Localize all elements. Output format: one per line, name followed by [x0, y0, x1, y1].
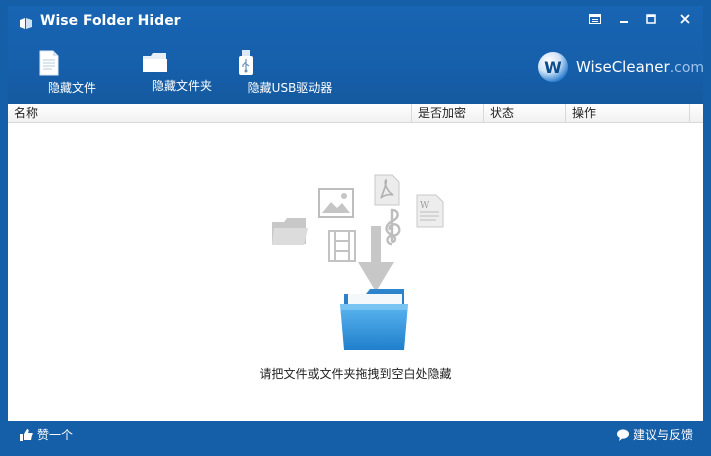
column-name[interactable]: 名称 — [8, 104, 412, 123]
folder-outline-icon — [270, 216, 310, 248]
minimize-button[interactable] — [611, 9, 637, 29]
down-arrow-icon — [356, 226, 396, 294]
like-label: 赞一个 — [37, 428, 74, 442]
drop-illustration: W — [266, 170, 446, 360]
hide-usb-label: 隐藏USB驱动器 — [247, 81, 333, 95]
wisecleaner-logo: W — [538, 52, 568, 82]
hide-file-button[interactable]: 隐藏文件 — [38, 50, 106, 100]
feedback-label: 建议与反馈 — [632, 428, 693, 442]
menu-icon — [589, 14, 601, 24]
column-encrypted[interactable]: 是否加密 — [412, 104, 484, 123]
maximize-icon — [646, 14, 656, 24]
header: Wise Folder Hider 隐藏文件 隐藏文件夹 隐藏USB驱动器 W … — [8, 6, 704, 104]
minimize-icon — [619, 14, 629, 24]
blue-folder-icon — [338, 286, 410, 354]
brand-name-text: WiseCleaner — [576, 58, 670, 76]
app-window: Wise Folder Hider 隐藏文件 隐藏文件夹 隐藏USB驱动器 W … — [0, 0, 711, 456]
thumbs-up-icon — [20, 428, 33, 441]
hide-file-label: 隐藏文件 — [47, 81, 96, 95]
drop-hint-text: 请把文件或文件夹拖拽到空白处隐藏 — [259, 367, 452, 381]
brand-name: WiseCleaner.com — [576, 58, 704, 76]
file-icon — [38, 50, 106, 76]
folder-icon — [142, 50, 222, 74]
svg-text:W: W — [420, 201, 430, 211]
feedback-button[interactable]: 建议与反馈 — [616, 426, 693, 443]
usb-icon — [238, 50, 342, 76]
wisecleaner-brand-link[interactable]: W WiseCleaner.com — [538, 51, 704, 83]
app-logo-icon — [19, 16, 33, 30]
maximize-button[interactable] — [638, 9, 664, 29]
menu-button[interactable] — [582, 9, 608, 29]
column-header-row: 名称 是否加密 状态 操作 — [8, 104, 703, 123]
word-document-icon: W — [416, 194, 444, 228]
column-action[interactable]: 操作 — [566, 104, 690, 123]
hide-folder-label: 隐藏文件夹 — [151, 79, 212, 93]
close-icon — [680, 14, 690, 24]
hide-folder-button[interactable]: 隐藏文件夹 — [142, 50, 222, 100]
speech-bubble-icon — [616, 428, 629, 441]
file-list[interactable]: 名称 是否加密 状态 操作 W 请把文件或文件夹拖拽到空白处隐藏 — [8, 104, 703, 421]
status-bar: 赞一个 建议与反馈 — [8, 421, 703, 447]
image-icon — [318, 188, 354, 218]
window-title: Wise Folder Hider — [40, 13, 181, 29]
pdf-icon — [374, 174, 400, 206]
film-icon — [328, 230, 356, 262]
brand-suffix: .com — [669, 60, 705, 76]
like-button[interactable]: 赞一个 — [20, 426, 73, 443]
brand-logo-letter: W — [544, 57, 562, 77]
close-button[interactable] — [672, 9, 698, 29]
hide-usb-button[interactable]: 隐藏USB驱动器 — [238, 50, 342, 100]
column-status[interactable]: 状态 — [484, 104, 566, 123]
